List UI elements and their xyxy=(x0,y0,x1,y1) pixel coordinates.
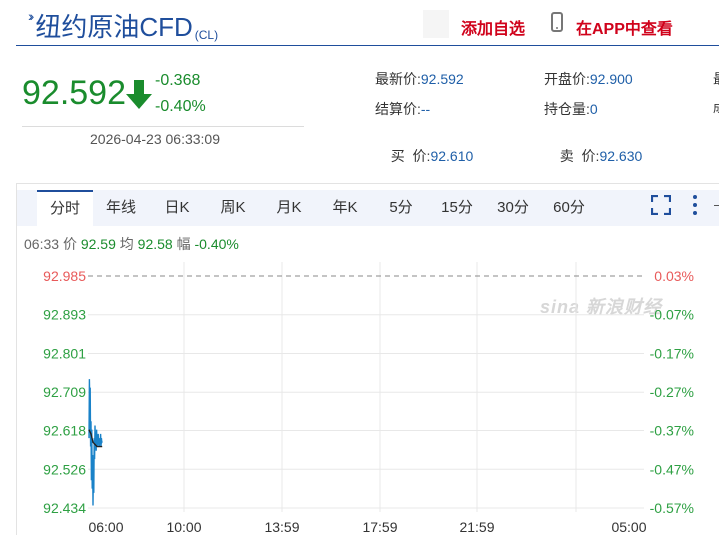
y-tick-label: 92.618 xyxy=(43,423,86,439)
x-tick-label: 10:00 xyxy=(166,519,201,535)
x-tick-label: 17:59 xyxy=(362,519,397,535)
y2-tick-label: -0.27% xyxy=(650,384,694,400)
x-tick-label: 05:00 xyxy=(611,519,646,535)
y-tick-label: 92.709 xyxy=(43,384,86,400)
y2-tick-label: -0.07% xyxy=(650,307,694,323)
intraday-chart: 92.985 0.03% 92.893 -0.07% 92.801 -0.17% 92.70… xyxy=(43,262,694,535)
x-tick-label: 06:00 xyxy=(88,519,123,535)
x-tick-label: 13:59 xyxy=(264,519,299,535)
y2-tick-label: -0.17% xyxy=(650,345,694,361)
y-tick-label: 92.893 xyxy=(43,307,86,323)
y-tick-label: 92.801 xyxy=(43,345,86,361)
y2-tick-label: 0.03% xyxy=(654,268,694,284)
y2-tick-label: -0.37% xyxy=(650,423,694,439)
y-tick-label: 92.526 xyxy=(43,461,86,477)
y-tick-label: 92.434 xyxy=(43,500,86,516)
y2-tick-label: -0.57% xyxy=(650,500,694,516)
y-tick-label: 92.985 xyxy=(43,268,86,284)
x-tick-label: 21:59 xyxy=(459,519,494,535)
price-line-series xyxy=(88,379,103,506)
y2-tick-label: -0.47% xyxy=(650,461,694,477)
